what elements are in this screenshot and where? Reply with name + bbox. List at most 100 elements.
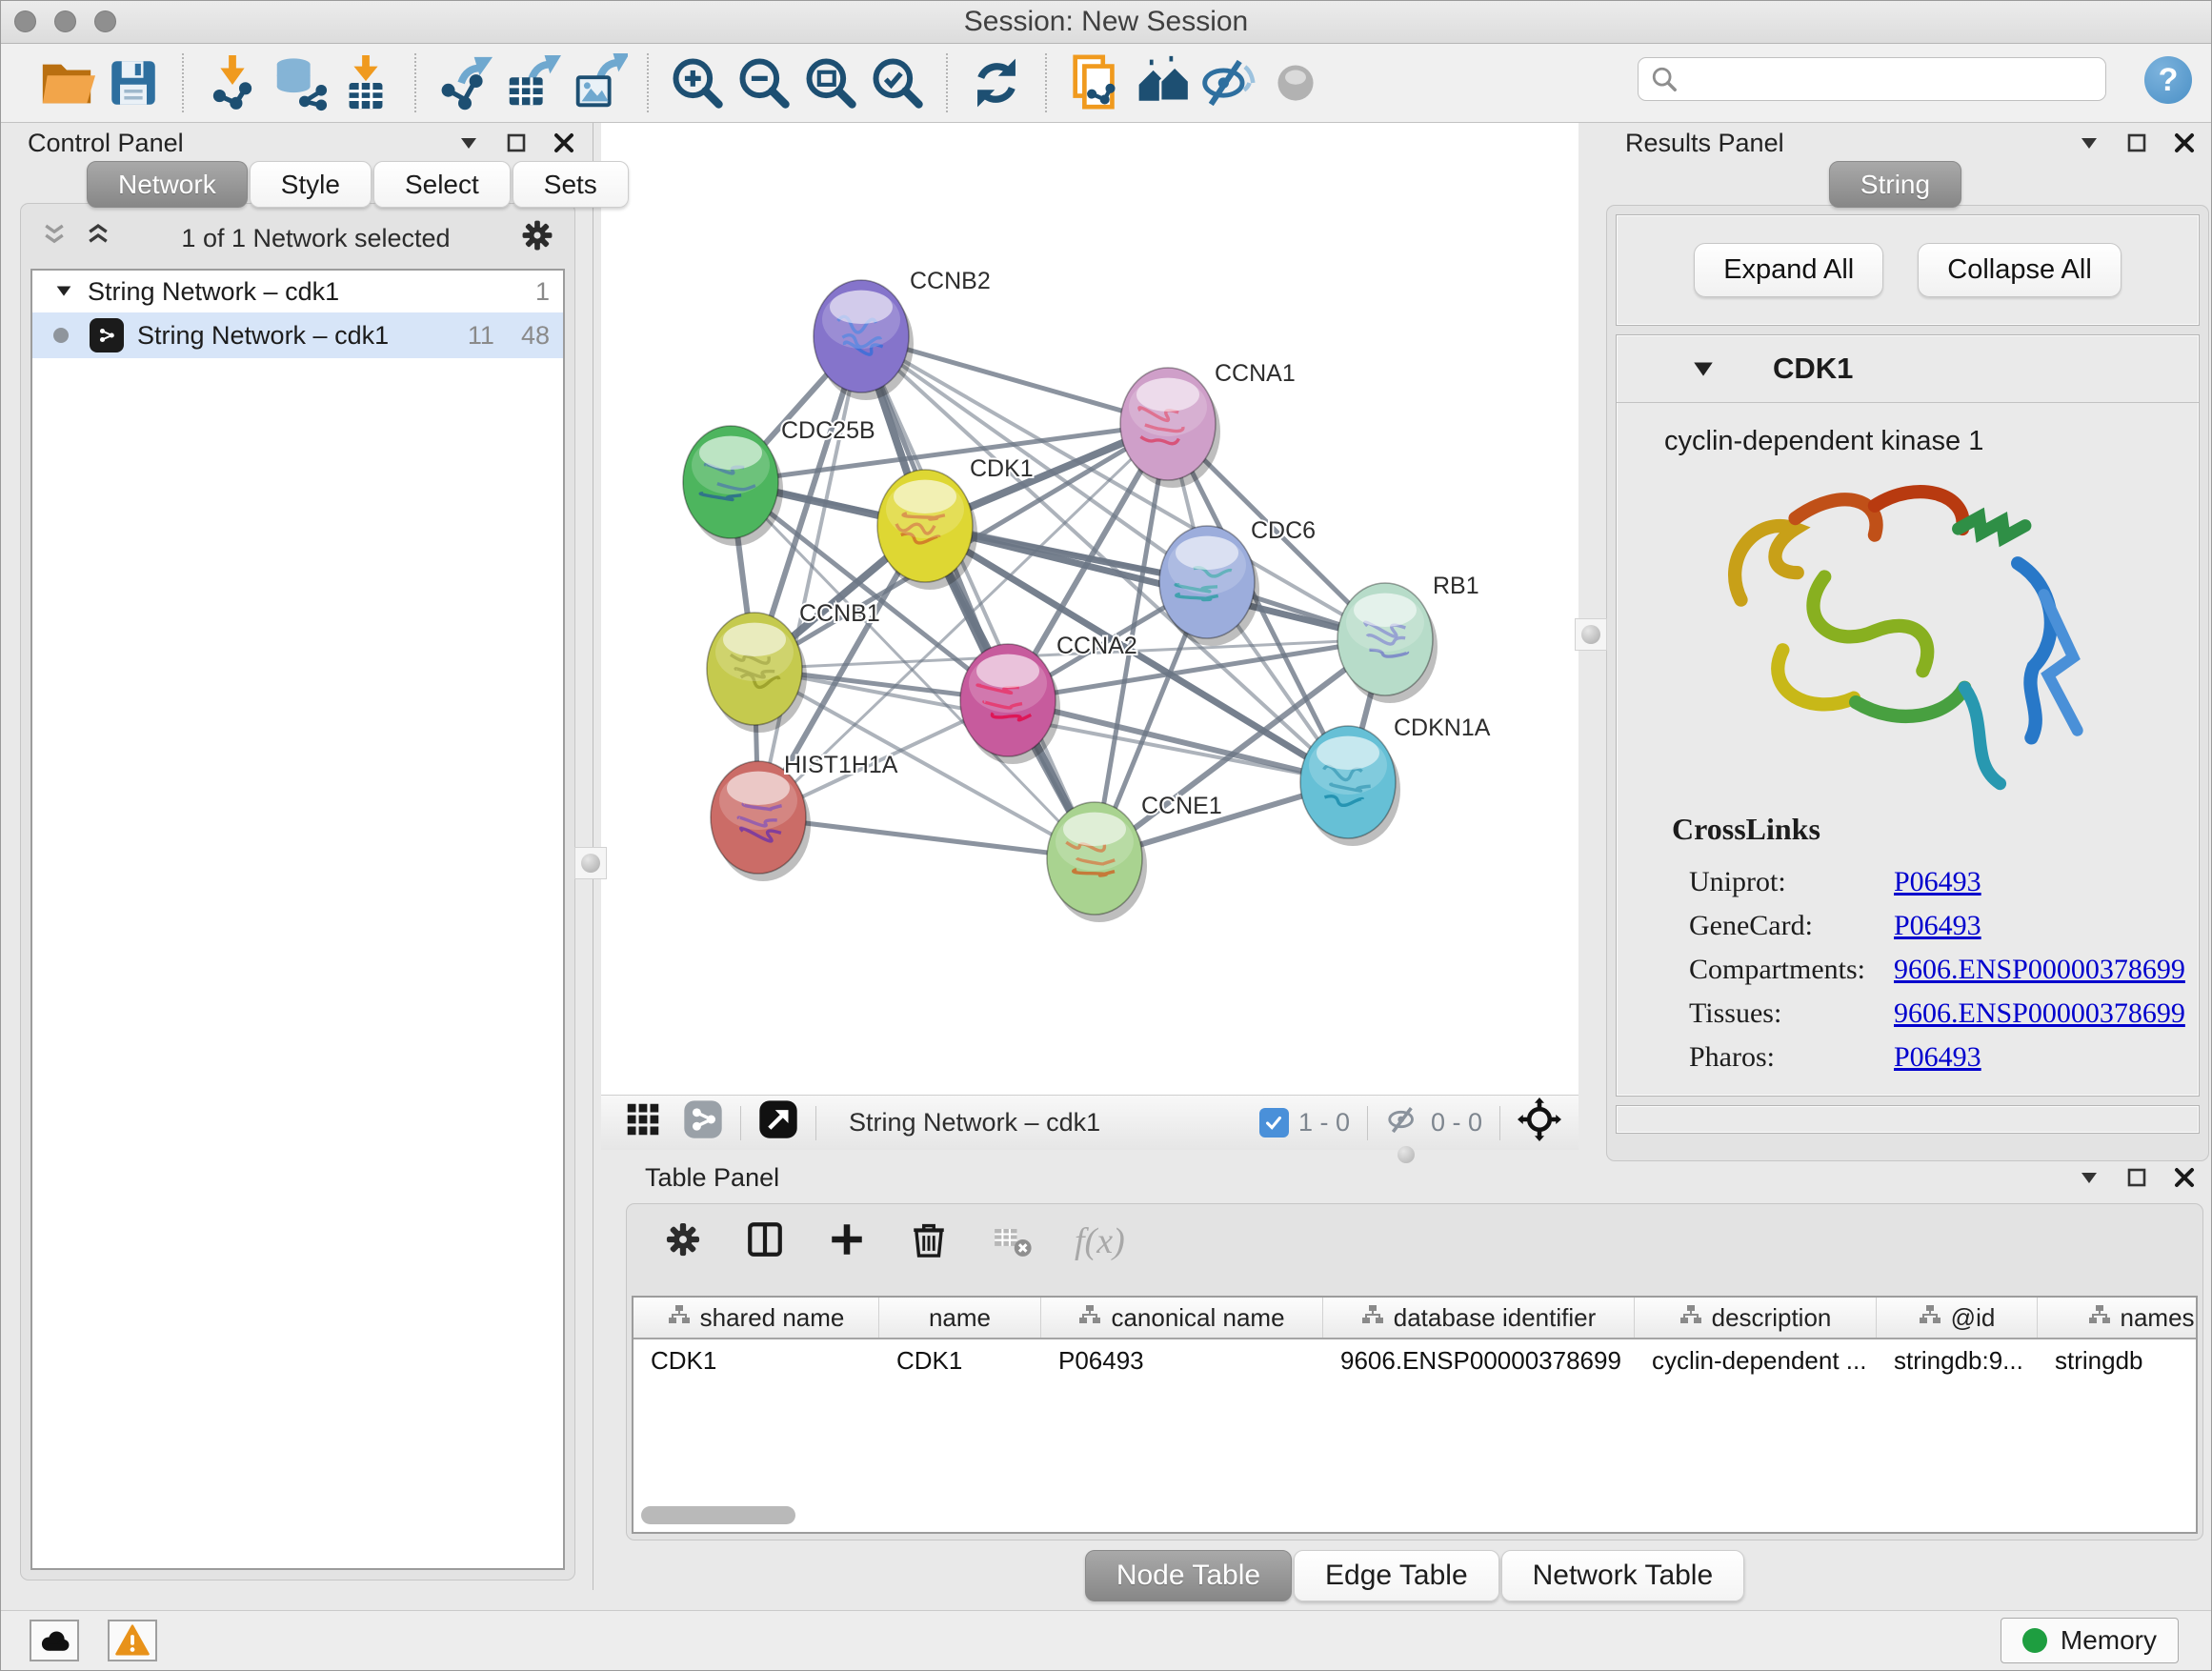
show-columns-icon[interactable] [745,1219,785,1264]
selected-nodes-checkbox[interactable] [1259,1108,1289,1137]
table-settings-gear-icon[interactable] [663,1219,703,1264]
crosslink-link[interactable]: 9606.ENSP00000378699 [1894,997,2185,1030]
column-header-name[interactable]: name [879,1298,1041,1338]
show-graphics-details-button[interactable] [1262,50,1329,116]
network-node-RB1[interactable] [1337,583,1438,703]
network-collection-row[interactable]: String Network – cdk1 1 [32,271,563,312]
network-edge[interactable] [861,336,1095,858]
export-table-button[interactable] [498,50,565,116]
column-header-description[interactable]: description [1635,1298,1877,1338]
collapse-panel-icon[interactable] [2078,1166,2101,1189]
float-panel-icon[interactable] [2125,131,2148,154]
crosslink-link[interactable]: P06493 [1894,1041,1981,1074]
save-session-button[interactable] [100,50,167,116]
network-node-CCNE1[interactable] [1047,802,1147,922]
zoom-out-button[interactable] [731,50,797,116]
column-tree-icon [2088,1303,2111,1333]
string-badge-icon[interactable] [683,1099,723,1146]
network-export-icon [435,53,494,112]
collapse-protein-icon[interactable] [1691,356,1716,381]
right-splitter-handle[interactable] [1575,618,1607,651]
table-cell: stringdb:9... [1877,1346,2038,1376]
tree-expand-icon[interactable] [53,281,74,302]
network-options-gear-icon[interactable] [519,217,555,260]
column-header-database-identifier[interactable]: database identifier [1323,1298,1635,1338]
image-export-icon [569,53,628,112]
cloud-status-button[interactable] [30,1620,79,1661]
column-header--id[interactable]: @id [1877,1298,2038,1338]
tab-select[interactable]: Select [373,161,511,208]
expand-tree-icon[interactable] [40,221,69,256]
string-home-button[interactable] [1129,50,1196,116]
network-edge[interactable] [758,336,861,817]
refresh-view-button[interactable] [963,50,1030,116]
table-horizontal-scrollbar[interactable] [641,1506,795,1524]
delete-column-trash-icon[interactable] [909,1219,949,1264]
tab-style[interactable]: Style [250,161,372,208]
import-network-from-file-button[interactable] [199,50,266,116]
grid-view-icon[interactable] [624,1100,662,1145]
table-panel-header: Table Panel [618,1158,2212,1198]
import-network-from-database-button[interactable] [266,50,332,116]
network-node-CCNB2[interactable] [814,280,914,400]
network-row-selected[interactable]: String Network – cdk1 11 48 [32,312,563,358]
crosslink-link[interactable]: P06493 [1894,866,1981,898]
crosslink-link[interactable]: P06493 [1894,910,1981,942]
export-image-button[interactable] [565,50,632,116]
network-node-CCNA2[interactable] [960,644,1060,764]
collapse-panel-icon[interactable] [457,131,480,154]
column-header-canonical-name[interactable]: canonical name [1041,1298,1323,1338]
network-node-CDK1[interactable] [877,470,977,590]
table-row[interactable]: CDK1CDK1P064939606.ENSP00000378699cyclin… [633,1339,2196,1381]
collapse-tree-icon[interactable] [84,221,112,256]
open-folder-icon [37,53,96,112]
crosslink-link[interactable]: 9606.ENSP00000378699 [1894,954,2185,986]
collapse-panel-icon[interactable] [2078,131,2101,154]
export-network-button[interactable] [432,50,498,116]
tab-string[interactable]: String [1829,161,1961,208]
network-node-CDC6[interactable] [1159,526,1259,646]
close-panel-icon[interactable] [2173,131,2196,154]
zoom-selected-button[interactable] [864,50,931,116]
column-header-shared-name[interactable]: shared name [633,1298,879,1338]
collapse-all-button[interactable]: Collapse All [1918,243,2122,297]
add-column-icon[interactable] [827,1219,867,1264]
birds-eye-view-icon[interactable] [758,1099,798,1146]
zoom-fit-button[interactable] [797,50,864,116]
left-splitter-handle[interactable] [574,847,607,879]
tab-network-table[interactable]: Network Table [1501,1550,1745,1601]
column-label: canonical name [1111,1303,1284,1333]
network-node-HIST1H1A[interactable] [711,761,811,881]
open-session-button[interactable] [33,50,100,116]
warnings-button[interactable] [108,1620,157,1661]
protein-structure-image [1699,474,2118,798]
float-panel-icon[interactable] [2125,1166,2148,1189]
close-panel-icon[interactable] [2173,1166,2196,1189]
import-table-button[interactable] [332,50,399,116]
string-network-graph[interactable]: CCNB2CCNA1CDC25BCDK1CDC6RB1CCNB1CCNA2CDK… [601,123,1579,1095]
horizontal-splitter-handle[interactable] [1398,1146,1415,1163]
expand-collapse-bar: Expand All Collapse All [1616,214,2200,326]
zoom-in-button[interactable] [664,50,731,116]
network-node-CCNA1[interactable] [1120,368,1220,488]
search-input[interactable] [1679,64,2094,95]
hide-graphics-button[interactable] [1196,50,1262,116]
tab-edge-table[interactable]: Edge Table [1294,1550,1499,1601]
memory-button[interactable]: Memory [2001,1618,2179,1663]
tab-node-table[interactable]: Node Table [1085,1550,1292,1601]
column-header-namespac[interactable]: namespac [2038,1298,2198,1338]
close-panel-icon[interactable] [553,131,575,154]
tab-sets[interactable]: Sets [513,161,629,208]
string-results-content: Expand All Collapse All CDK1 cyclin-depe… [1606,205,2209,1161]
network-node-CCNB1[interactable] [707,613,807,733]
network-view-canvas[interactable]: CCNB2CCNA1CDC25BCDK1CDC6RB1CCNB1CCNA2CDK… [601,123,1579,1095]
clone-network-button[interactable] [1062,50,1129,116]
fit-selected-crosshair-icon[interactable] [1518,1097,1561,1148]
table-export-icon [502,53,561,112]
float-panel-icon[interactable] [505,131,528,154]
expand-all-button[interactable]: Expand All [1694,243,1883,297]
network-node-CDKN1A[interactable] [1300,726,1400,846]
zoom-selected-icon [869,54,926,111]
tab-network[interactable]: Network [87,161,248,208]
help-button[interactable]: ? [2144,56,2192,104]
